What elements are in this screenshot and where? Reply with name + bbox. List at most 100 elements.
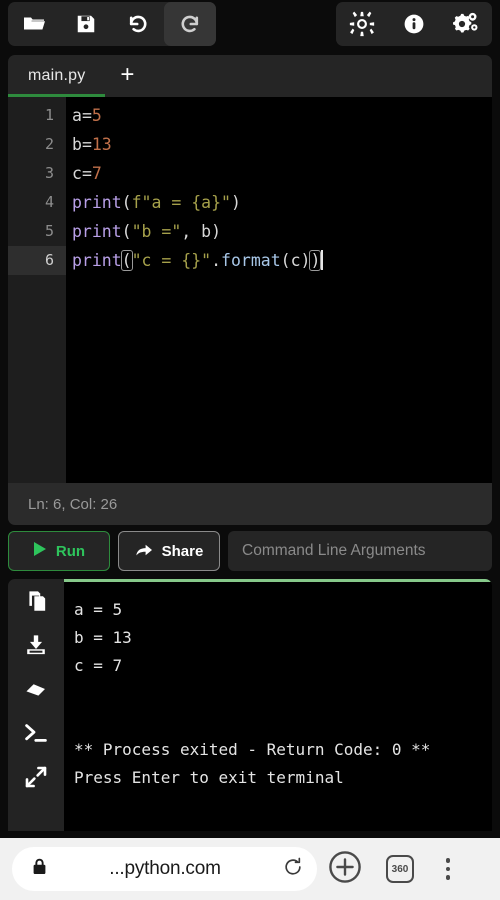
settings-button[interactable]	[440, 2, 492, 46]
save-floppy-icon	[75, 13, 97, 35]
info-circle-icon	[402, 12, 426, 36]
console-output-text[interactable]: a = 5 b = 13 c = 7 ** Process exited - R…	[64, 579, 492, 831]
run-button[interactable]: Run	[8, 531, 110, 571]
token-bracket-match-close: )	[309, 250, 322, 271]
undo-button[interactable]	[112, 2, 164, 46]
token-variable: c	[290, 251, 301, 270]
token-function: print	[72, 251, 122, 270]
editor-action-row: Run Share Command Line Arguments	[8, 531, 492, 571]
open-file-button[interactable]	[8, 2, 60, 46]
url-text: ...python.com	[109, 858, 221, 879]
code-line: print(f"a = {a}")	[72, 188, 492, 217]
undo-icon	[126, 12, 150, 36]
three-dots-vertical-icon	[445, 858, 451, 880]
token-paren: (	[121, 193, 132, 212]
gears-settings-icon	[453, 11, 479, 37]
share-button[interactable]: Share	[118, 531, 220, 571]
top-toolbar	[0, 0, 500, 48]
reload-icon[interactable]	[283, 857, 303, 882]
token-paren: )	[211, 222, 222, 241]
plus-circle-icon	[327, 849, 363, 890]
editor-status-bar: Ln: 6, Col: 26	[8, 483, 492, 525]
token-paren: (	[280, 251, 291, 270]
line-number: 3	[44, 164, 54, 182]
output-line: ** Process exited - Return Code: 0 **	[74, 740, 431, 759]
token-paren: )	[230, 193, 241, 212]
theme-brightness-button[interactable]	[336, 2, 388, 46]
token-variable: b	[72, 135, 82, 154]
browser-bottom-bar: ...python.com 360	[0, 838, 500, 900]
token-number: 7	[91, 164, 102, 183]
info-button[interactable]	[388, 2, 440, 46]
eraser-icon	[25, 678, 47, 705]
console-tool-bar	[8, 579, 64, 831]
folder-open-icon	[22, 12, 46, 36]
token-operator: =	[81, 135, 92, 154]
url-address-bar[interactable]: ...python.com	[12, 847, 317, 891]
token-operator: =	[81, 106, 92, 125]
output-line: b = 13	[74, 628, 132, 647]
text-caret	[321, 250, 324, 270]
token-separator: ,	[181, 222, 202, 241]
code-line: c=7	[72, 159, 492, 188]
new-tab-button[interactable]	[317, 849, 373, 890]
share-button-label: Share	[161, 542, 204, 560]
line-number-active: 6	[8, 246, 66, 275]
code-line: b=13	[72, 130, 492, 159]
redo-button[interactable]	[164, 2, 216, 46]
expand-arrows-icon	[24, 765, 48, 794]
sun-brightness-icon	[349, 11, 375, 37]
token-function: print	[72, 222, 122, 241]
tab-switcher-button[interactable]: 360	[373, 855, 427, 883]
command-line-arguments-input[interactable]: Command Line Arguments	[228, 531, 492, 571]
terminal-prompt-icon	[24, 722, 48, 749]
token-variable: a	[72, 106, 82, 125]
cursor-position-text: Ln: 6, Col: 26	[28, 495, 118, 513]
line-number: 4	[44, 193, 54, 211]
token-method: format	[221, 251, 281, 270]
tab-count-badge: 360	[386, 855, 414, 883]
line-number: 2	[44, 135, 54, 153]
line-number: 5	[44, 222, 54, 240]
token-function: print	[72, 193, 122, 212]
editor-tab-bar: main.py +	[8, 55, 492, 97]
token-dot: .	[211, 251, 222, 270]
code-line: a=5	[72, 101, 492, 130]
save-file-button[interactable]	[60, 2, 112, 46]
code-editor[interactable]: 1 2 3 4 5 6 a=5 b=13 c=7 print(f"a = {a}…	[8, 97, 492, 483]
token-string: "c = {}"	[131, 251, 212, 270]
copy-icon	[25, 590, 47, 617]
lock-icon	[32, 858, 47, 880]
token-operator: =	[81, 164, 92, 183]
toolbar-left-group	[8, 2, 216, 46]
token-variable: b	[201, 222, 212, 241]
expand-console-button[interactable]	[19, 765, 53, 793]
code-line: print("b =", b)	[72, 217, 492, 246]
clear-output-button[interactable]	[19, 677, 53, 705]
output-line: a = 5	[74, 600, 123, 619]
download-icon	[25, 634, 47, 661]
line-number-gutter: 1 2 3 4 5 6	[8, 97, 66, 483]
run-button-label: Run	[55, 542, 86, 560]
add-tab-button[interactable]: +	[105, 55, 149, 97]
tab-main-py[interactable]: main.py	[8, 55, 106, 97]
browser-menu-button[interactable]	[427, 858, 469, 880]
token-number: 5	[91, 106, 102, 125]
output-console: a = 5 b = 13 c = 7 ** Process exited - R…	[8, 579, 492, 831]
output-line: c = 7	[74, 656, 123, 675]
token-bracket-match-open: (	[120, 250, 133, 271]
command-line-arguments-placeholder: Command Line Arguments	[242, 542, 426, 559]
share-arrow-icon	[135, 541, 153, 561]
code-line-active: print("c = {}".format(c))	[72, 246, 492, 275]
copy-output-button[interactable]	[19, 589, 53, 617]
token-number: 13	[91, 135, 112, 154]
token-string: "b ="	[131, 222, 182, 241]
code-area[interactable]: a=5 b=13 c=7 print(f"a = {a}") print("b …	[66, 97, 492, 483]
terminal-button[interactable]	[19, 721, 53, 749]
download-output-button[interactable]	[19, 633, 53, 661]
token-paren: (	[121, 222, 132, 241]
line-number: 1	[44, 106, 54, 124]
python-ide-app: main.py + 1 2 3 4 5 6 a=5 b=13 c=7 print…	[0, 0, 500, 900]
